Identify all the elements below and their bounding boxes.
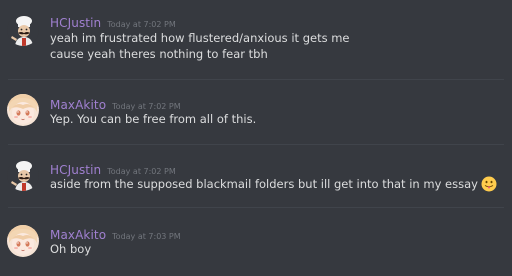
message-header: HCJustin Today at 7:02 PM xyxy=(50,12,176,30)
message-group: MaxAkito Today at 7:02 PM Yep. You can be… xyxy=(0,80,512,144)
chef-avatar-icon[interactable] xyxy=(7,14,39,46)
username[interactable]: HCJustin xyxy=(50,16,101,30)
message-header: MaxAkito Today at 7:03 PM xyxy=(50,224,181,242)
anime-girl-avatar-icon[interactable] xyxy=(7,225,39,257)
message-text: yeah im frustrated how flustered/anxious… xyxy=(50,31,350,45)
chef-avatar-icon[interactable] xyxy=(7,159,39,191)
message-group: HCJustin Today at 7:02 PM yeah im frustra… xyxy=(0,0,512,80)
message-header: HCJustin Today at 7:02 PM xyxy=(50,159,176,177)
username[interactable]: MaxAkito xyxy=(50,98,106,112)
tongue-out-emoji-icon[interactable] xyxy=(481,176,497,192)
anime-girl-avatar-icon[interactable] xyxy=(7,94,39,126)
message-group: HCJustin Today at 7:02 PM aside from the … xyxy=(0,145,512,207)
timestamp: Today at 7:02 PM xyxy=(112,102,181,111)
timestamp: Today at 7:03 PM xyxy=(112,232,181,241)
message-header: MaxAkito Today at 7:02 PM xyxy=(50,94,181,112)
message-text-content: aside from the supposed blackmail folder… xyxy=(50,177,478,191)
username[interactable]: HCJustin xyxy=(50,163,101,177)
username[interactable]: MaxAkito xyxy=(50,228,106,242)
message-text: aside from the supposed blackmail folder… xyxy=(50,176,497,192)
timestamp: Today at 7:02 PM xyxy=(107,167,176,176)
chat-messages: HCJustin Today at 7:02 PM yeah im frustra… xyxy=(0,0,512,276)
timestamp: Today at 7:02 PM xyxy=(107,20,176,29)
message-group: MaxAkito Today at 7:03 PM Oh boy xyxy=(0,208,512,276)
message-text: cause yeah theres nothing to fear tbh xyxy=(50,47,268,61)
message-text: Yep. You can be free from all of this. xyxy=(50,112,257,126)
message-text: Oh boy xyxy=(50,242,92,256)
